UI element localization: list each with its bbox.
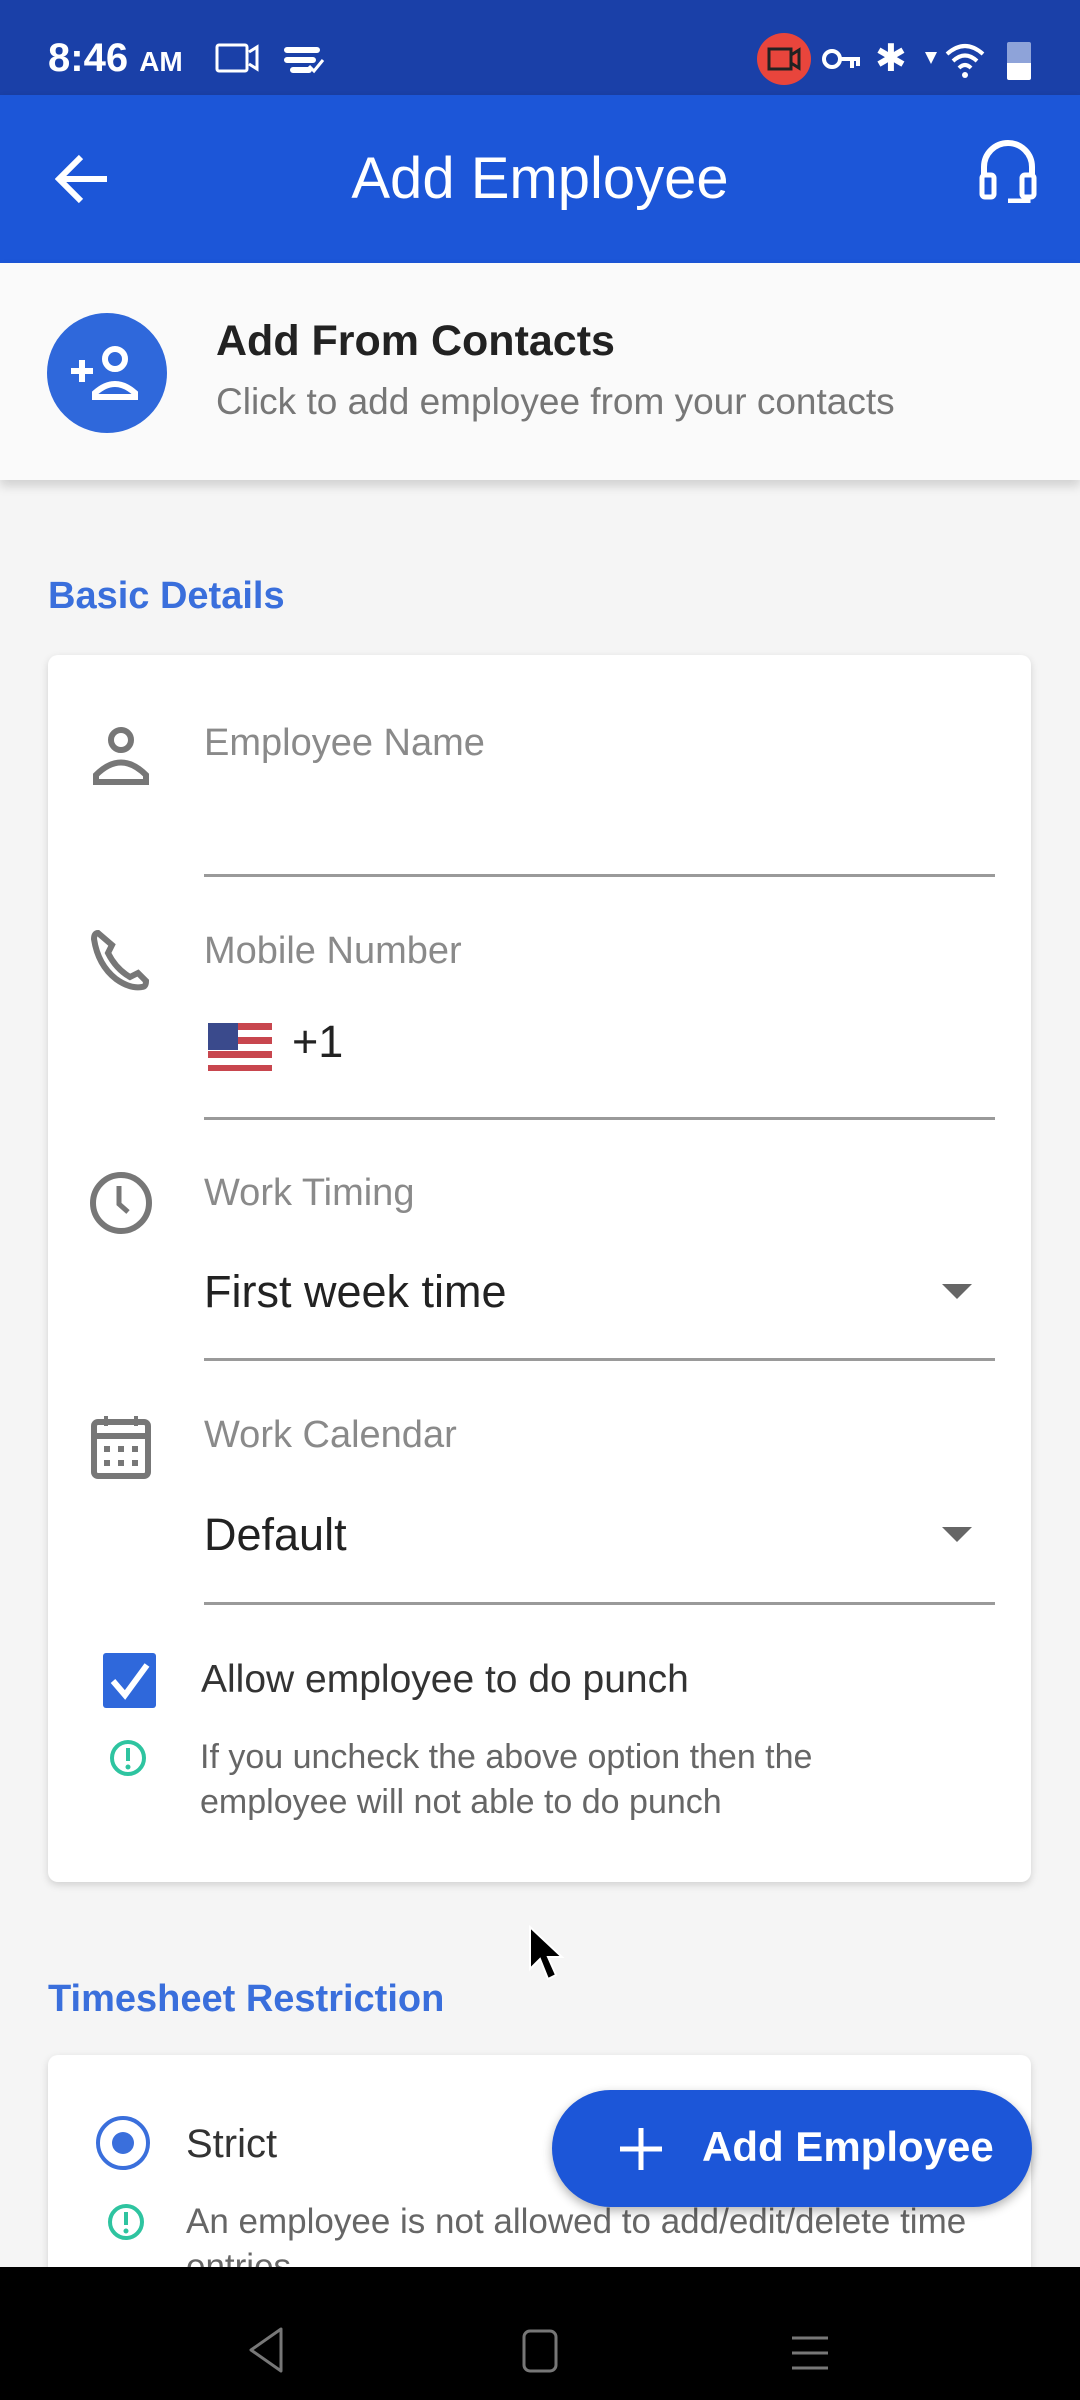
mouse-cursor-icon	[529, 1925, 565, 1981]
us-flag-icon[interactable]	[208, 1023, 272, 1071]
info-icon	[108, 2204, 144, 2240]
wifi-icon	[945, 44, 985, 78]
chevron-down-icon	[942, 1284, 972, 1299]
contacts-subtitle: Click to add employee from your contacts	[216, 381, 895, 422]
chevron-down-icon	[942, 1527, 972, 1542]
plus-icon	[620, 2128, 662, 2170]
mobile-number-underline	[204, 1117, 995, 1120]
calendar-icon	[91, 1416, 151, 1479]
work-timing-underline	[204, 1358, 995, 1361]
status-bar: 8:46 AM ✱	[0, 0, 1080, 95]
info-icon	[110, 1740, 146, 1776]
work-calendar-dropdown[interactable]: Default	[204, 1483, 995, 1593]
section-title-timesheet-restriction: Timesheet Restriction	[48, 1978, 445, 2020]
work-timing-value: First week time	[204, 1266, 507, 1317]
home-nav-icon[interactable]	[522, 2329, 558, 2375]
data-arrow-icon	[925, 52, 937, 64]
country-code: +1	[292, 1016, 344, 1067]
app-bar: Add Employee	[0, 95, 1080, 263]
employee-name-underline	[204, 874, 995, 877]
person-icon	[93, 727, 149, 785]
work-calendar-underline	[204, 1602, 995, 1605]
work-timing-label: Work Timing	[204, 1172, 415, 1214]
strict-label[interactable]: Strict	[186, 2122, 277, 2167]
headset-icon[interactable]	[978, 137, 1038, 203]
phone-icon	[90, 929, 150, 991]
screen-record-icon	[215, 43, 259, 73]
punch-hint: If you uncheck the above option then the…	[200, 1738, 813, 1821]
recents-nav-icon[interactable]	[790, 2334, 830, 2374]
add-person-icon	[47, 313, 167, 433]
allow-punch-checkbox[interactable]	[103, 1653, 156, 1708]
strict-radio[interactable]	[96, 2116, 150, 2170]
mobile-number-input[interactable]	[340, 1010, 995, 1110]
bluetooth-icon: ✱	[875, 38, 907, 80]
page-title: Add Employee	[351, 146, 729, 211]
section-title-basic-details: Basic Details	[48, 575, 285, 617]
work-timing-dropdown[interactable]: First week time	[204, 1240, 995, 1350]
work-calendar-label: Work Calendar	[204, 1414, 457, 1456]
mobile-number-label: Mobile Number	[204, 930, 462, 972]
work-calendar-value: Default	[204, 1509, 347, 1560]
add-employee-button[interactable]: Add Employee	[552, 2090, 1032, 2207]
system-nav-bar	[0, 2267, 1080, 2400]
back-nav-icon[interactable]	[245, 2327, 285, 2373]
sync-check-icon	[284, 47, 325, 74]
status-time: 8:46 AM	[48, 36, 183, 80]
allow-punch-label[interactable]: Allow employee to do punch	[201, 1658, 689, 1702]
add-from-contacts-row[interactable]: Add From Contacts Click to add employee …	[0, 263, 1080, 480]
employee-name-label: Employee Name	[204, 722, 485, 764]
add-employee-button-label: Add Employee	[702, 2123, 994, 2170]
clock-icon	[90, 1172, 152, 1234]
camera-recording-icon	[757, 33, 811, 85]
employee-name-input[interactable]	[204, 790, 995, 870]
vpn-key-icon	[822, 49, 860, 69]
contacts-title: Add From Contacts	[216, 317, 615, 365]
battery-icon	[1007, 42, 1031, 80]
